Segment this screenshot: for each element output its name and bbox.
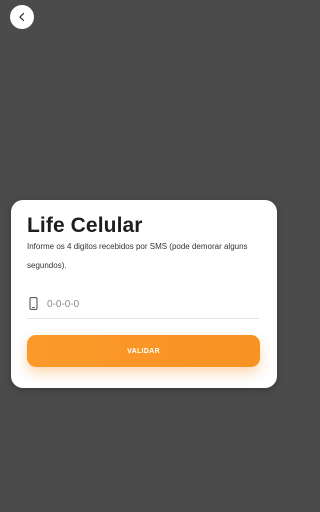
card-title: Life Celular xyxy=(27,214,143,237)
smartphone-icon xyxy=(29,297,38,310)
sms-code-field[interactable] xyxy=(27,292,259,319)
validate-button[interactable]: VALIDAR xyxy=(27,335,260,367)
chevron-left-icon xyxy=(19,12,25,22)
verification-card: Life Celular Informe os 4 digitos recebi… xyxy=(11,200,277,388)
sms-code-input[interactable] xyxy=(47,295,247,313)
card-instructions: Informe os 4 digitos recebidos por SMS (… xyxy=(27,242,248,270)
back-button[interactable] xyxy=(10,5,34,29)
verification-screen: Life Celular Informe os 4 digitos recebi… xyxy=(0,0,288,512)
